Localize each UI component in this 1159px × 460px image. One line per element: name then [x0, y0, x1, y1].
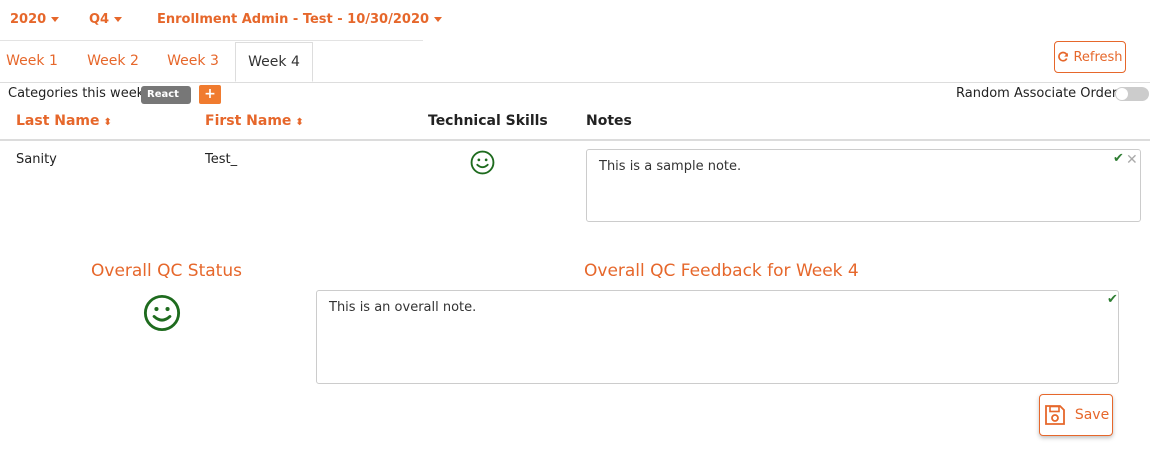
batch-label: Enrollment Admin - Test - 10/30/2020: [157, 12, 430, 27]
chevron-down-icon: [51, 17, 60, 22]
check-icon: ✔: [1107, 292, 1118, 307]
last-name-header-label: Last Name: [16, 113, 100, 129]
batch-dropdown[interactable]: Enrollment Admin - Test - 10/30/2020: [157, 12, 443, 27]
add-category-button[interactable]: +: [199, 85, 221, 104]
categories-label: Categories this week:: [8, 86, 149, 101]
overall-smiley-icon[interactable]: [143, 294, 181, 336]
tab-week-2[interactable]: Week 2: [80, 42, 146, 82]
first-name-header[interactable]: First Name ⬍: [205, 113, 304, 129]
toggle-knob: [1116, 88, 1128, 100]
tab-week-4[interactable]: Week 4: [235, 42, 313, 82]
notes-header: Notes: [586, 113, 632, 129]
sort-icon: ⬍: [103, 117, 112, 128]
close-icon[interactable]: ✕: [1126, 152, 1138, 168]
random-order-toggle[interactable]: [1115, 87, 1149, 101]
save-label: Save: [1074, 407, 1110, 423]
tab-week-1[interactable]: Week 1: [0, 42, 64, 82]
overall-feedback-textarea[interactable]: This is an overall note.: [316, 290, 1119, 384]
overall-feedback-title: Overall QC Feedback for Week 4: [584, 261, 859, 281]
refresh-label: Refresh: [1073, 49, 1123, 65]
check-icon: ✔: [1113, 151, 1124, 166]
year-dropdown[interactable]: 2020: [10, 12, 60, 27]
refresh-button[interactable]: Refresh: [1054, 41, 1126, 73]
random-order-label: Random Associate Order:: [956, 86, 1122, 101]
save-icon: [1044, 405, 1065, 425]
tab-week-3[interactable]: Week 3: [160, 42, 226, 82]
header-divider: [0, 139, 1150, 141]
technical-skills-header: Technical Skills: [428, 113, 548, 129]
quarter-label: Q4: [89, 12, 110, 27]
chevron-down-icon: [114, 17, 123, 22]
refresh-icon: [1058, 51, 1069, 62]
last-name-cell: Sanity: [16, 152, 57, 167]
smiley-icon[interactable]: [470, 150, 495, 179]
overall-qc-status-title: Overall QC Status: [91, 261, 242, 281]
sort-icon: ⬍: [295, 117, 304, 128]
remove-category-icon[interactable]: ×: [149, 107, 157, 118]
tab-divider: [0, 82, 1150, 83]
quarter-dropdown[interactable]: Q4: [89, 12, 123, 27]
chevron-down-icon: [434, 17, 443, 22]
year-label: 2020: [10, 12, 47, 27]
divider: [0, 40, 423, 41]
category-badge-label: React: [147, 89, 179, 100]
note-textarea[interactable]: This is a sample note.: [586, 149, 1141, 222]
save-button[interactable]: Save: [1039, 394, 1113, 436]
first-name-cell: Test_: [205, 152, 238, 167]
first-name-header-label: First Name: [205, 113, 292, 129]
category-badge: React ×: [141, 86, 191, 118]
last-name-header[interactable]: Last Name ⬍: [16, 113, 112, 129]
